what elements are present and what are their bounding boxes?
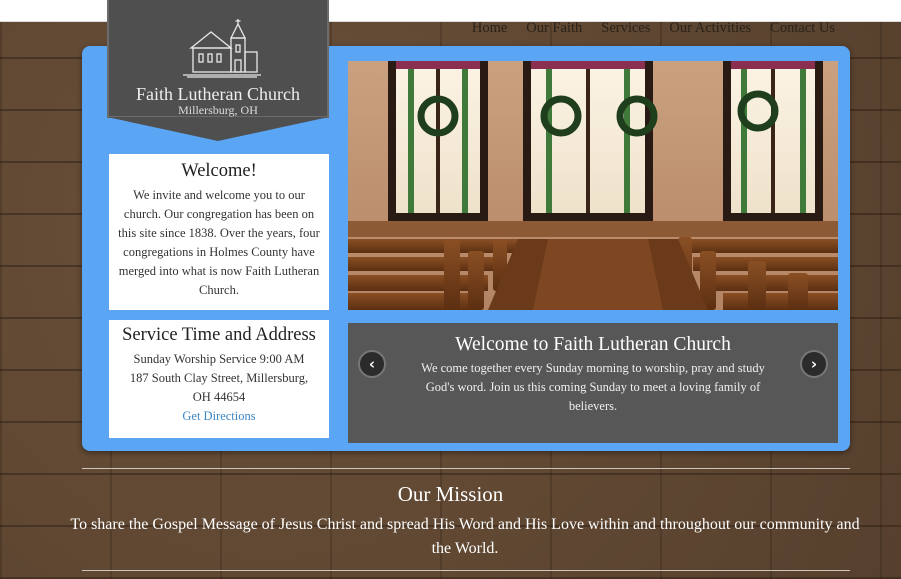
nav-our-activities[interactable]: Our Activities — [669, 20, 751, 37]
mission-text: To share the Gospel Message of Jesus Chr… — [70, 516, 860, 557]
slider-prev-button[interactable]: ‹ — [358, 350, 386, 378]
welcome-box: Welcome! We invite and welcome you to ou… — [109, 154, 329, 310]
nav-contact-us[interactable]: Contact Us — [770, 20, 835, 37]
nav-our-faith[interactable]: Our Faith — [526, 20, 582, 37]
service-address: 187 South Clay Street, Millersburg, OH 4… — [129, 371, 309, 404]
slider-next-button[interactable]: › — [800, 350, 828, 378]
mission-divider-top — [82, 468, 850, 469]
main-nav: Home Our Faith Services Our Activities C… — [472, 20, 835, 37]
service-box: Service Time and Address Sunday Worship … — [109, 320, 329, 438]
site-location: Millersburg, OH — [178, 103, 258, 117]
church-interior-image — [348, 61, 838, 310]
chevron-left-icon: ‹ — [368, 355, 376, 373]
church-logo-icon — [183, 19, 261, 78]
slider-caption: ‹ › Welcome to Faith Lutheran Church We … — [348, 323, 838, 443]
nav-services[interactable]: Services — [601, 20, 650, 37]
get-directions-link[interactable]: Get Directions — [182, 407, 255, 426]
chevron-right-icon: › — [810, 355, 818, 373]
welcome-title: Welcome! — [181, 161, 257, 181]
service-title: Service Time and Address — [122, 325, 316, 345]
logo-banner[interactable]: Faith Lutheran Church Millersburg, OH — [107, 0, 329, 118]
service-time: Sunday Worship Service 9:00 AM — [133, 352, 305, 366]
welcome-text: We invite and welcome you to our church.… — [118, 188, 320, 297]
logo-banner-tail — [107, 117, 329, 141]
slider-text: We come together every Sunday morning to… — [421, 361, 765, 413]
mission-title: Our Mission — [397, 482, 504, 506]
nav-home[interactable]: Home — [472, 20, 507, 37]
church-interior-photo — [348, 61, 838, 310]
mission-divider-bottom — [82, 570, 850, 571]
site-name: Faith Lutheran Church — [136, 84, 300, 104]
slider-title: Welcome to Faith Lutheran Church — [455, 334, 731, 355]
